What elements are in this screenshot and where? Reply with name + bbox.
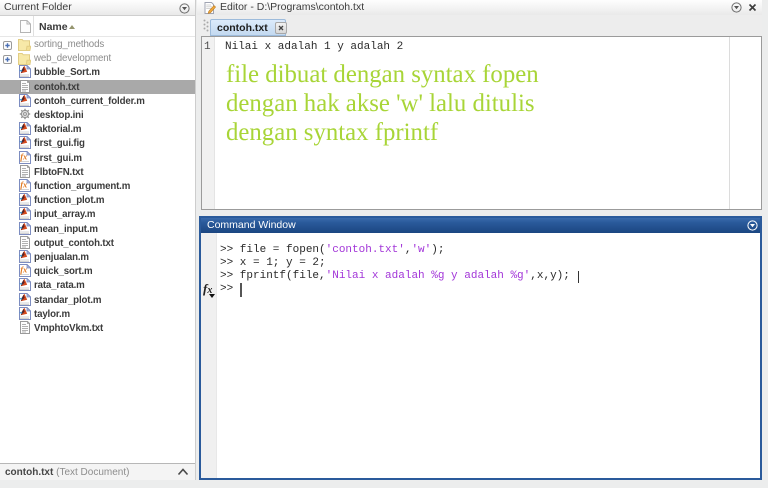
- svg-text:fx: fx: [20, 152, 28, 162]
- svg-text:fx: fx: [20, 265, 28, 275]
- svg-text:fx: fx: [20, 180, 28, 190]
